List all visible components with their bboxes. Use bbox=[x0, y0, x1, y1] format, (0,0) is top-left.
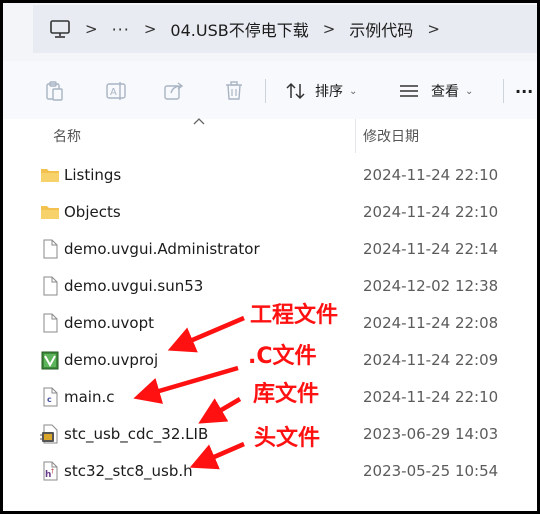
folder-icon bbox=[41, 169, 59, 182]
toolbar-divider bbox=[503, 79, 504, 103]
command-bar: A 排序 ⌄ 查看 ⌄ ··· bbox=[3, 61, 537, 119]
address-bar[interactable]: > ··· > 04.USB不停电下载 > 示例代码 > bbox=[33, 5, 537, 53]
file-icon bbox=[43, 239, 58, 259]
sort-icon bbox=[286, 82, 305, 100]
chevron-right-icon[interactable]: > bbox=[323, 20, 336, 38]
annotation-lib-file: 库文件 bbox=[253, 382, 320, 407]
sort-label: 排序 bbox=[315, 84, 343, 100]
file-name: Listings bbox=[64, 166, 122, 184]
chevron-right-icon[interactable]: > bbox=[85, 20, 98, 38]
svg-text:c: c bbox=[47, 395, 52, 404]
chevron-down-icon: ⌄ bbox=[349, 85, 358, 97]
column-header-row: 名称 修改日期 bbox=[3, 118, 537, 153]
view-label: 查看 bbox=[431, 84, 459, 100]
file-row[interactable]: demo.uvgui.Administrator 2024-11-24 22:1… bbox=[3, 231, 537, 268]
file-date: 2024-11-24 22:10 bbox=[363, 203, 499, 221]
file-date: 2024-11-24 22:10 bbox=[363, 388, 499, 406]
file-row[interactable]: Objects 2024-11-24 22:10 bbox=[3, 194, 537, 231]
paste-icon[interactable] bbox=[43, 80, 65, 102]
file-date: 2023-06-29 14:03 bbox=[363, 425, 499, 443]
sort-ascending-icon bbox=[193, 118, 205, 125]
file-name: demo.uvgui.sun53 bbox=[64, 277, 204, 295]
file-name: demo.uvopt bbox=[64, 314, 155, 332]
breadcrumb-item[interactable]: 示例代码 bbox=[349, 17, 413, 41]
file-date: 2024-12-02 12:38 bbox=[363, 277, 499, 295]
file-icon bbox=[43, 313, 58, 333]
rename-icon[interactable]: A bbox=[105, 80, 127, 102]
file-icon bbox=[43, 276, 58, 296]
folder-icon bbox=[41, 206, 59, 219]
svg-text:†: † bbox=[51, 468, 54, 475]
chevron-down-icon: ⌄ bbox=[465, 85, 474, 97]
file-name: stc_usb_cdc_32.LIB bbox=[64, 425, 209, 443]
column-header-name[interactable]: 名称 bbox=[53, 126, 81, 146]
file-row[interactable]: Listings 2024-11-24 22:10 bbox=[3, 157, 537, 194]
file-name: Objects bbox=[64, 203, 121, 221]
breadcrumb-overflow-button[interactable]: ··· bbox=[112, 20, 130, 39]
svg-text:A: A bbox=[110, 87, 117, 98]
sort-button[interactable]: 排序 ⌄ bbox=[285, 78, 357, 104]
file-name: stc32_stc8_usb.h bbox=[64, 462, 193, 480]
share-icon[interactable] bbox=[163, 80, 185, 102]
chevron-right-icon[interactable]: > bbox=[144, 20, 157, 38]
annotation-c-file: .C文件 bbox=[248, 344, 317, 369]
file-date: 2024-11-24 22:10 bbox=[363, 166, 499, 184]
more-options-button[interactable]: ··· bbox=[515, 78, 533, 104]
chevron-right-icon[interactable]: > bbox=[427, 20, 440, 38]
keil-project-icon bbox=[41, 351, 59, 370]
toolbar-divider bbox=[265, 79, 266, 103]
annotation-project-file: 工程文件 bbox=[250, 303, 339, 328]
file-name: demo.uvgui.Administrator bbox=[64, 240, 260, 258]
library-icon bbox=[40, 424, 58, 444]
c-source-icon: c bbox=[43, 387, 58, 407]
file-date: 2024-11-24 22:08 bbox=[363, 314, 499, 332]
file-name: demo.uvproj bbox=[64, 351, 159, 369]
this-pc-icon[interactable] bbox=[49, 18, 71, 40]
header-file-icon: h † bbox=[43, 461, 58, 481]
column-header-date[interactable]: 修改日期 bbox=[363, 126, 419, 146]
file-date: 2024-11-24 22:09 bbox=[363, 351, 499, 369]
file-row[interactable]: h † stc32_stc8_usb.h 2023-05-25 10:54 bbox=[3, 453, 537, 490]
breadcrumb-item[interactable]: 04.USB不停电下载 bbox=[170, 17, 308, 41]
annotation-header-file: 头文件 bbox=[254, 426, 321, 451]
view-button[interactable]: 查看 ⌄ bbox=[399, 78, 473, 104]
delete-icon[interactable] bbox=[223, 80, 245, 102]
column-divider[interactable] bbox=[355, 119, 356, 153]
file-date: 2023-05-25 10:54 bbox=[363, 462, 499, 480]
file-date: 2024-11-24 22:14 bbox=[363, 240, 499, 258]
view-list-icon bbox=[400, 85, 418, 97]
file-name: main.c bbox=[64, 388, 115, 406]
